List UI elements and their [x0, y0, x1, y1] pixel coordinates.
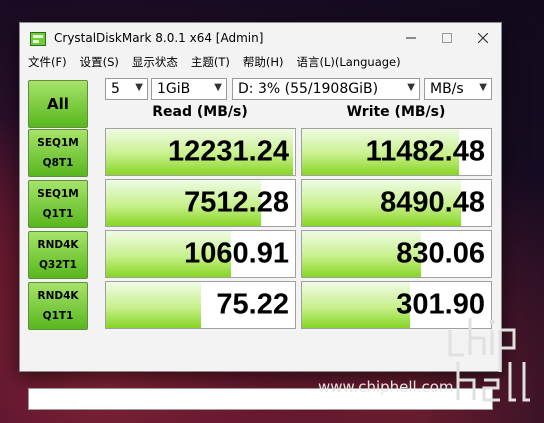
run-all-button[interactable]: All [28, 80, 88, 128]
read-value: 12231.24 [168, 135, 289, 168]
write-result-cell: 8490.48 [301, 179, 492, 227]
drive-select[interactable]: D: 3% (55/1908GiB) ▼ [232, 78, 420, 100]
write-header: Write (MB/s) [346, 104, 446, 120]
read-result-cell: 7512.28 [105, 179, 296, 227]
menu-bar: 文件(F) 设置(S) 显示状态 主题(T) 帮助(H) 语言(L)(Langu… [20, 52, 501, 72]
test-name-label: SEQ1M [37, 188, 79, 200]
chevron-down-icon: ▼ [407, 82, 415, 93]
read-value: 1060.91 [184, 237, 289, 270]
read-result-cell: 1060.91 [105, 230, 296, 278]
unit-select[interactable]: MB/s ▼ [424, 78, 492, 100]
read-value: 75.22 [216, 288, 289, 321]
drive-value: D: 3% (55/1908GiB) [238, 81, 379, 97]
write-result-cell: 11482.48 [301, 128, 492, 176]
write-value: 8490.48 [380, 186, 485, 219]
test-count-value: 5 [111, 81, 120, 97]
test-name-label: RND4K [37, 239, 79, 251]
test-queue-label: Q8T1 [42, 157, 74, 169]
window-title: CrystalDiskMark 8.0.1 x64 [Admin] [54, 30, 264, 45]
menu-language[interactable]: 语言(L)(Language) [297, 54, 401, 70]
chevron-down-icon: ▼ [135, 82, 143, 93]
test-name-label: SEQ1M [37, 137, 79, 149]
maximize-button[interactable] [429, 23, 465, 52]
write-result-cell: 830.06 [301, 230, 492, 278]
read-result-cell: 12231.24 [105, 128, 296, 176]
title-bar[interactable]: CrystalDiskMark 8.0.1 x64 [Admin] [20, 23, 501, 52]
test-queue-label: Q1T1 [42, 208, 74, 220]
menu-settings[interactable]: 设置(S) [80, 54, 119, 70]
write-value: 11482.48 [365, 135, 485, 168]
test-queue-label: Q32T1 [38, 259, 77, 271]
unit-value: MB/s [430, 81, 464, 97]
menu-theme[interactable]: 主题(T) [191, 54, 230, 70]
menu-help[interactable]: 帮助(H) [243, 54, 284, 70]
close-button[interactable] [465, 23, 501, 52]
read-header: Read (MB/s) [152, 104, 248, 120]
chevron-down-icon: ▼ [479, 82, 487, 93]
write-progress-bar [302, 282, 410, 328]
test-queue-label: Q1T1 [42, 310, 74, 322]
test-name-label: RND4K [37, 290, 79, 302]
test-row-button[interactable]: RND4K Q1T1 [28, 282, 88, 330]
test-row-button[interactable]: SEQ1M Q8T1 [28, 129, 88, 177]
watermark-text: www.chiphell.com [318, 378, 454, 396]
menu-file[interactable]: 文件(F) [28, 54, 67, 70]
read-progress-bar [106, 282, 201, 328]
test-row-button[interactable]: SEQ1M Q1T1 [28, 180, 88, 228]
test-count-select[interactable]: 5 ▼ [105, 78, 148, 100]
read-value: 7512.28 [184, 186, 289, 219]
chiphell-logo [448, 318, 530, 402]
read-result-cell: 75.22 [105, 281, 296, 329]
app-window: CrystalDiskMark 8.0.1 x64 [Admin] 文件(F) … [19, 22, 502, 410]
minimize-button[interactable] [393, 23, 429, 52]
test-row-button[interactable]: RND4K Q32T1 [28, 231, 88, 279]
chevron-down-icon: ▼ [214, 82, 222, 93]
app-icon [30, 31, 46, 46]
test-size-value: 1GiB [157, 81, 191, 97]
write-value: 830.06 [396, 237, 485, 270]
test-size-select[interactable]: 1GiB ▼ [151, 78, 227, 100]
menu-display-status[interactable]: 显示状态 [132, 54, 178, 70]
